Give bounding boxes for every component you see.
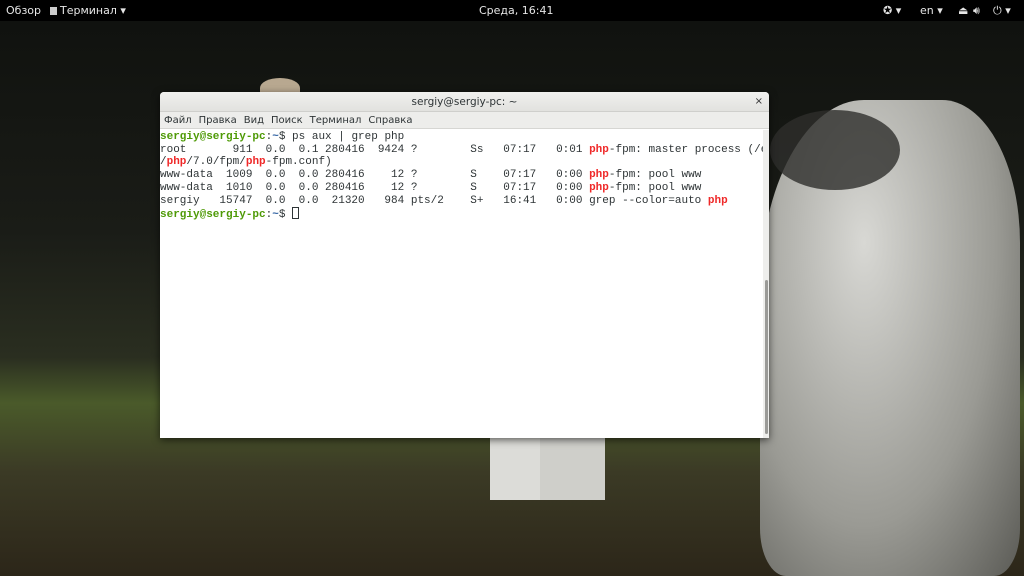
terminal-text: / xyxy=(160,156,167,169)
terminal-text: -fpm: pool www xyxy=(608,181,702,194)
wallpaper-wolf-leg xyxy=(540,430,605,500)
language-selector[interactable]: en ▾ xyxy=(920,4,943,17)
app-menu-button[interactable]: Терминал ▾ xyxy=(50,4,126,17)
terminal-text: php xyxy=(589,169,609,182)
terminal-text: www-data 1009 0.0 0.0 280416 12 ? S 07:1… xyxy=(160,169,590,182)
terminal-icon xyxy=(50,7,57,15)
terminal-line: www-data 1010 0.0 0.0 280416 12 ? S 07:1… xyxy=(160,182,763,195)
title-bar[interactable]: sergiy@sergiy-pc: ~ × xyxy=(160,92,769,112)
terminal-text: root 911 0.0 0.1 280416 9424 ? Ss 07:17 … xyxy=(160,143,590,156)
power-icon[interactable]: ⏻ ▾ xyxy=(993,4,1011,17)
terminal-line: sergiy@sergiy-pc:~$ xyxy=(160,207,763,222)
menu-file[interactable]: Файл xyxy=(164,112,192,128)
scrollbar[interactable] xyxy=(763,130,769,438)
menu-help[interactable]: Справка xyxy=(368,112,412,128)
terminal-text: php xyxy=(707,194,728,207)
terminal-line: sergiy@sergiy-pc:~$ ps aux | grep php xyxy=(160,131,763,144)
terminal-text: /7.0/fpm/ xyxy=(186,156,246,169)
menu-terminal[interactable]: Терминал xyxy=(310,112,362,128)
terminal-text: $ xyxy=(278,209,293,222)
menu-view[interactable]: Вид xyxy=(244,112,264,128)
network-icon[interactable]: ⏏ xyxy=(958,4,968,17)
terminal-text: php xyxy=(589,143,609,156)
terminal-text: ~ xyxy=(272,209,279,222)
window-title: sergiy@sergiy-pc: ~ xyxy=(411,96,518,108)
activities-button[interactable]: Обзор xyxy=(6,4,41,17)
terminal-text: $ ps aux | grep php xyxy=(278,131,405,143)
menu-edit[interactable]: Правка xyxy=(199,112,237,128)
clock[interactable]: Среда, 16:41 xyxy=(479,4,553,17)
terminal-text: -fpm.conf) xyxy=(265,156,332,169)
terminal-line: root 911 0.0 0.1 280416 9424 ? Ss 07:17 … xyxy=(160,143,769,157)
menu-search[interactable]: Поиск xyxy=(271,112,303,128)
terminal-line: www-data 1009 0.0 0.0 280416 12 ? S 07:1… xyxy=(160,169,763,182)
terminal-text: sergiy 15747 0.0 0.0 21320 984 pts/2 S+ … xyxy=(160,194,708,207)
terminal-text: php xyxy=(245,156,266,169)
terminal-text: php xyxy=(589,181,609,194)
top-bar: Обзор Терминал ▾ Среда, 16:41 ✪ ▾ en ▾ ⏏… xyxy=(0,0,1024,21)
terminal-text: -fpm: pool www xyxy=(608,169,702,182)
terminal-text: ~ xyxy=(272,131,279,143)
terminal-text: -fpm: master process (/etc xyxy=(608,143,769,156)
close-button[interactable]: × xyxy=(755,92,763,112)
terminal-text: sergiy@sergiy-pc xyxy=(160,131,266,143)
terminal-line: /php/7.0/fpm/php-fpm.conf) xyxy=(160,156,763,169)
terminal-window: sergiy@sergiy-pc: ~ × Файл Правка Вид По… xyxy=(160,92,769,438)
volume-icon[interactable]: 🔊︎ xyxy=(973,4,980,17)
scrollbar-thumb[interactable] xyxy=(765,280,768,434)
terminal-cursor xyxy=(292,207,300,220)
accessibility-icon[interactable]: ✪ ▾ xyxy=(883,4,901,17)
terminal-text: sergiy@sergiy-pc xyxy=(160,209,266,222)
terminal-line: sergiy 15747 0.0 0.0 21320 984 pts/2 S+ … xyxy=(160,195,763,208)
app-menu-label: Терминал ▾ xyxy=(60,4,126,17)
terminal-output[interactable]: sergiy@sergiy-pc:~$ ps aux | grep php roo… xyxy=(160,130,769,438)
wallpaper-wolf-leg xyxy=(490,430,540,500)
terminal-text: www-data 1010 0.0 0.0 280416 12 ? S 07:1… xyxy=(160,181,590,194)
wallpaper-wolf-back xyxy=(770,110,900,190)
menu-bar: Файл Правка Вид Поиск Терминал Справка xyxy=(160,112,769,129)
terminal-text: php xyxy=(166,156,187,169)
